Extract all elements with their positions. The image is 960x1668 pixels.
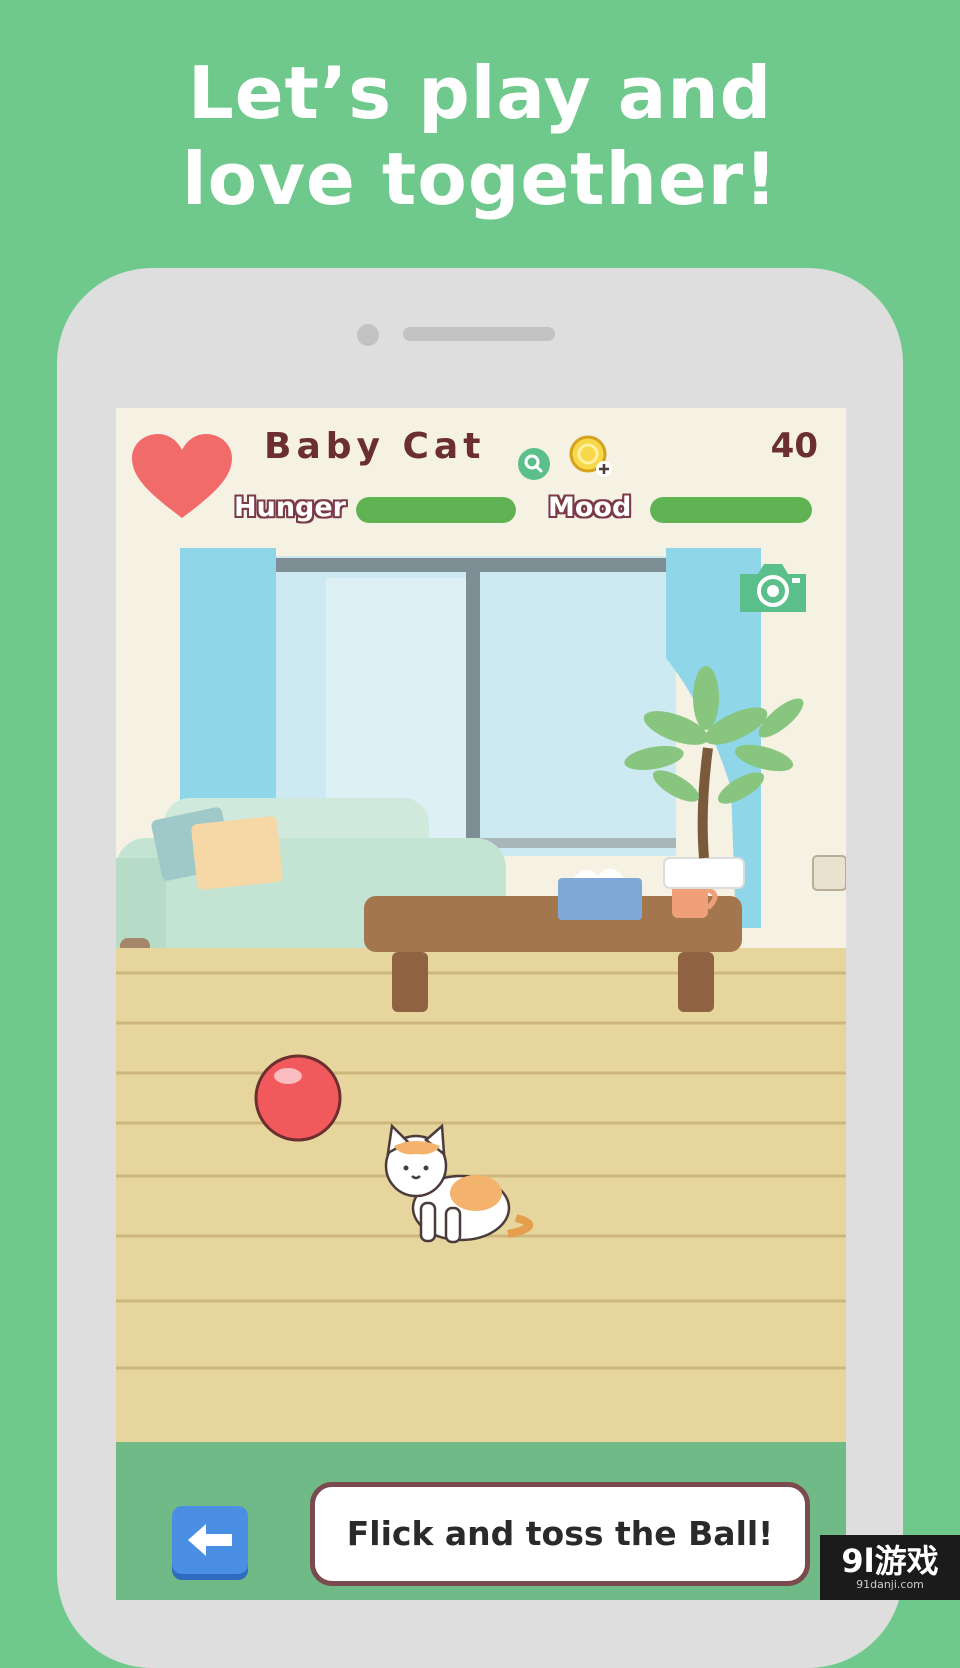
mood-bar [650, 497, 812, 523]
camera-icon[interactable] [736, 560, 810, 616]
coin-plus-icon[interactable] [568, 434, 614, 480]
heart-icon [132, 434, 232, 518]
coin-count: 40 [770, 426, 818, 466]
pet-name: Baby Cat [264, 426, 486, 467]
mood-bar-fill [650, 497, 812, 523]
bottom-bar: Flick and toss the Ball! [116, 1442, 846, 1600]
tissue-box [558, 878, 642, 920]
hunger-bar-fill [356, 497, 516, 523]
headline-line-2: love together! [181, 137, 779, 221]
curtain-left [180, 548, 276, 828]
mood-label: Mood [548, 492, 632, 523]
back-button[interactable] [172, 1506, 248, 1574]
plant-pot [663, 857, 745, 889]
game-screen: Baby Cat 40 Hunger Mood Flick and toss t… [116, 408, 846, 1600]
red-ball [254, 1054, 342, 1142]
hint-banner: Flick and toss the Ball! [310, 1482, 810, 1586]
left-arrow-icon [188, 1524, 232, 1556]
magnifier-icon[interactable] [518, 448, 550, 480]
site-watermark: 9l游戏 91danji.com [820, 1535, 960, 1600]
promo-headline: Let’s play and love together! [0, 50, 960, 222]
hunger-bar [356, 497, 516, 523]
phone-camera-dot [357, 324, 379, 346]
headline-line-1: Let’s play and [187, 51, 773, 135]
hunger-label: Hunger [234, 492, 346, 523]
watermark-main: 9l游戏 [841, 1542, 939, 1580]
watermark-sub: 91danji.com [856, 1578, 924, 1591]
phone-speaker [403, 327, 555, 341]
